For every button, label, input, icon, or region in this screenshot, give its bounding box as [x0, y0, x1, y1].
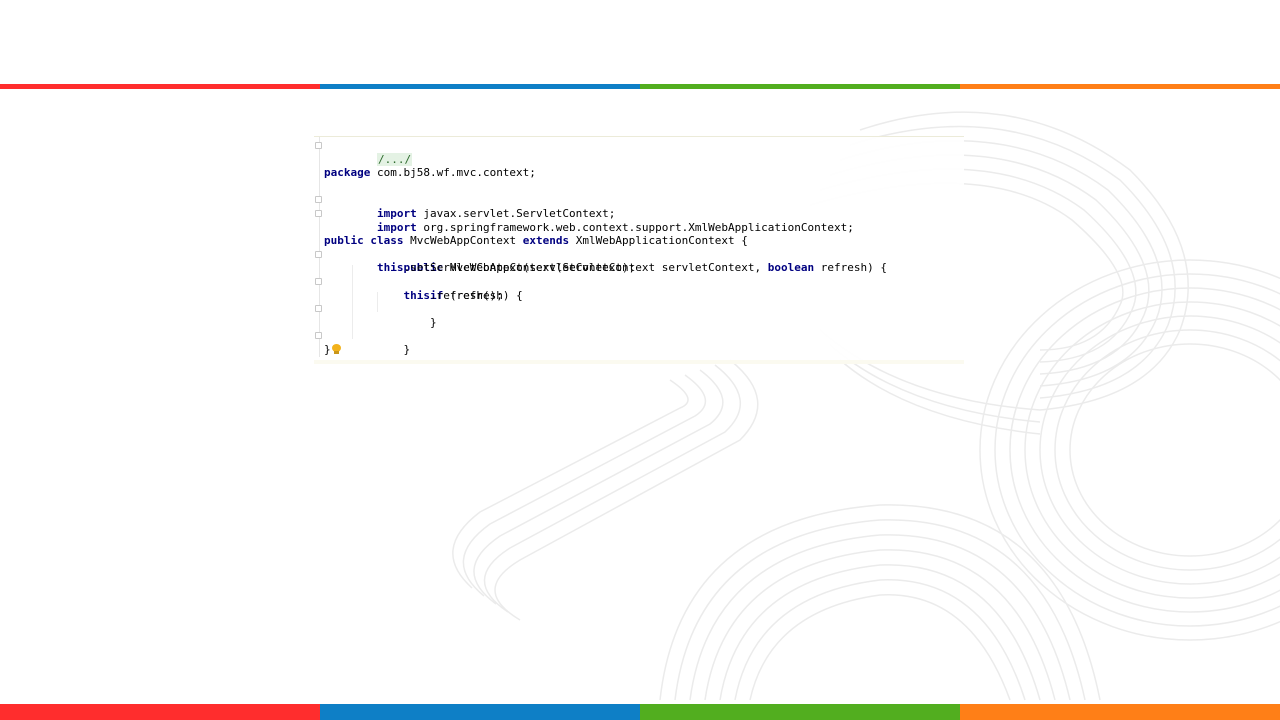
- code-line-class-declaration: public class MvcWebAppContext extends Xm…: [314, 234, 964, 248]
- fold-marker-icon[interactable]: [315, 142, 322, 149]
- stripe-red: [0, 704, 320, 720]
- keyword-this: this: [403, 288, 430, 302]
- top-color-stripe: [0, 84, 1280, 89]
- lightbulb-icon[interactable]: [331, 343, 341, 355]
- code-lines: /.../ package com.bj58.wf.mvc.context; i…: [314, 139, 964, 357]
- keyword-extends: extends: [522, 234, 570, 248]
- code-line-folded-header: /.../: [314, 139, 964, 166]
- slide: /.../ package com.bj58.wf.mvc.context; i…: [0, 0, 1280, 720]
- class-name: MvcWebAppContext: [403, 234, 523, 248]
- keyword-this: this: [376, 261, 404, 275]
- stripe-green: [640, 84, 960, 89]
- bottom-color-stripe: [0, 704, 1280, 720]
- code-line-package: package com.bj58.wf.mvc.context;: [314, 166, 964, 180]
- closing-brace: }: [324, 342, 331, 356]
- keyword-package: package: [324, 166, 371, 180]
- code-line-constructor-declaration: public MvcWebAppContext(ServletContext s…: [314, 248, 964, 274]
- code-line-close-class: }: [314, 343, 964, 357]
- code-line-statement: this.setServletContext(servletContext);: [314, 261, 964, 275]
- statement-text: .refresh();: [429, 288, 503, 302]
- code-line-if: if (refresh) {: [314, 275, 964, 302]
- fold-marker-icon[interactable]: [315, 332, 322, 340]
- code-line-import: import org.springframework.web.context.s…: [314, 207, 964, 234]
- code-line-statement: this.refresh();: [314, 289, 964, 303]
- keyword-public: public: [324, 234, 364, 248]
- fold-marker-icon[interactable]: [315, 305, 322, 313]
- stripe-blue: [320, 84, 640, 89]
- package-name: com.bj58.wf.mvc.context;: [370, 166, 536, 180]
- statement-text: .setServletContext(servletContext);: [403, 261, 636, 275]
- superclass-name: XmlWebApplicationContext {: [569, 234, 748, 248]
- keyword-class: class: [370, 234, 404, 248]
- fold-marker-icon[interactable]: [315, 250, 322, 258]
- code-line-close-if: }: [314, 302, 964, 329]
- stripe-green: [640, 704, 960, 720]
- stripe-blue: [320, 704, 640, 720]
- stripe-orange: [960, 704, 1280, 720]
- code-line-close-constructor: }: [314, 329, 964, 356]
- fold-marker-icon[interactable]: [315, 196, 322, 204]
- stripe-orange: [960, 84, 1280, 89]
- code-line-import: import javax.servlet.ServletContext;: [314, 193, 964, 220]
- stripe-red: [0, 84, 320, 89]
- fold-marker-icon[interactable]: [315, 277, 322, 285]
- code-editor-panel: /.../ package com.bj58.wf.mvc.context; i…: [314, 136, 964, 364]
- fold-marker-icon[interactable]: [315, 209, 322, 217]
